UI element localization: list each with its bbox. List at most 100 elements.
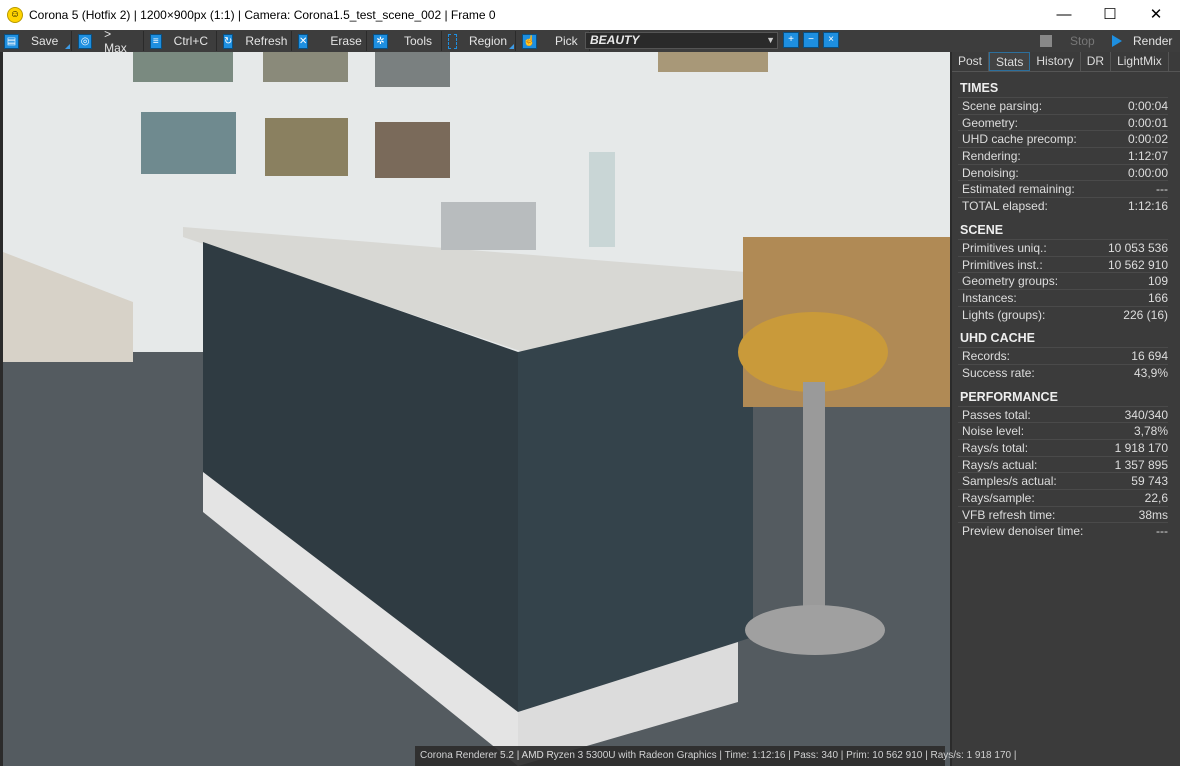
stat-label: Primitives uniq.: [962, 240, 1047, 255]
stat-row: Samples/s actual: 59 743 [958, 472, 1168, 489]
section-heading: TIMES [960, 81, 999, 95]
tab-stats[interactable]: Stats [989, 52, 1031, 71]
copy-button[interactable]: ≡ Ctrl+C [146, 31, 217, 51]
gear-icon: ✲ [373, 33, 388, 49]
render-button[interactable]: Render [1108, 31, 1180, 51]
stat-value: 10 562 910 [1107, 257, 1168, 272]
stat-value: 0:00:01 [1127, 115, 1168, 130]
title-bar: ☺ Corona 5 (Hotfix 2) | 1200×900px (1:1)… [0, 0, 1180, 30]
stat-value: --- [1156, 182, 1168, 197]
stat-label: Preview denoiser time: [962, 524, 1084, 539]
stat-value: 109 [1147, 274, 1168, 289]
stat-row: VFB refresh time: 38ms [958, 505, 1168, 523]
max-button[interactable]: ◎ > Max [74, 27, 144, 55]
stat-row: Estimated remaining: --- [958, 180, 1168, 197]
hand-pointer-icon: ☝ [522, 33, 537, 49]
zoom-out-button[interactable]: − [803, 32, 819, 48]
rendered-kitchen-image [3, 52, 950, 766]
stat-row: Primitives inst.: 10 562 910 [958, 255, 1168, 273]
pick-button[interactable]: ☝ Pick [518, 31, 590, 51]
erase-icon: ✕ [298, 33, 309, 49]
stat-row: Preview denoiser time: --- [958, 522, 1168, 539]
channel-select[interactable]: BEAUTY ▼ [585, 32, 778, 49]
stat-value: 166 [1147, 290, 1168, 305]
stat-label: Passes total: [962, 407, 1031, 422]
stat-label: Geometry groups: [962, 274, 1059, 289]
stat-label: Records: [962, 349, 1011, 364]
stat-row: Rays/sample: 22,6 [958, 489, 1168, 506]
stat-label: Rendering: [962, 149, 1021, 164]
stat-value: 16 694 [1131, 349, 1168, 364]
stats-panel: Post Stats History DR LightMix TIMES Scen… [952, 52, 1180, 766]
stat-row: Success rate: 43,9% [958, 363, 1168, 381]
tools-button[interactable]: ✲ Tools [369, 31, 442, 51]
refresh-icon: ↻ [223, 33, 234, 49]
erase-button[interactable]: ✕ Erase [294, 31, 367, 51]
stat-value: 1 918 170 [1114, 441, 1168, 455]
stat-value: 3,78% [1133, 424, 1168, 439]
stat-row: Geometry groups: 109 [958, 272, 1168, 289]
stat-row: Denoising: 0:00:00 [958, 163, 1168, 181]
stat-label: Success rate: [962, 365, 1035, 380]
stat-label: Estimated remaining: [962, 182, 1075, 197]
tab-dr[interactable]: DR [1081, 52, 1112, 71]
section-heading: UHD CACHE [960, 331, 1035, 346]
stat-row: Primitives uniq.: 10 053 536 [958, 238, 1168, 256]
stat-label: Instances: [962, 290, 1017, 305]
stat-row: Instances: 166 [958, 288, 1168, 306]
stat-row: Passes total: 340/340 [958, 405, 1168, 423]
stat-row: TOTAL elapsed: 1:12:16 [958, 197, 1168, 214]
stat-label: Primitives inst.: [962, 257, 1043, 272]
stat-row: Noise level: 3,78% [958, 422, 1168, 439]
stat-value: 59 743 [1131, 474, 1168, 489]
stat-label: Scene parsing: [962, 99, 1043, 113]
stat-label: Denoising: [962, 165, 1019, 180]
stat-label: Noise level: [962, 424, 1025, 439]
stop-button[interactable]: Stop [1036, 31, 1106, 51]
stat-value: --- [1156, 524, 1168, 539]
chevron-down-icon: ▼ [766, 35, 775, 45]
region-button[interactable]: Region [444, 31, 516, 51]
save-icon: ▤ [4, 33, 19, 49]
section-heading: SCENE [960, 222, 1004, 237]
minimize-button[interactable]: — [1041, 0, 1087, 30]
maximize-button[interactable]: ☐ [1087, 0, 1133, 30]
corona-smiley-icon: ☺ [7, 7, 23, 23]
clipboard-icon: ≡ [150, 33, 162, 49]
stat-row: Rays/s actual: 1 357 895 [958, 455, 1168, 473]
refresh-button[interactable]: ↻ Refresh [219, 31, 292, 51]
stat-label: Lights (groups): [962, 307, 1046, 322]
render-viewport[interactable] [3, 52, 950, 766]
stat-value: 10 053 536 [1107, 240, 1168, 255]
stat-label: VFB refresh time: [962, 507, 1056, 522]
stats-list: TIMES Scene parsing: 0:00:04 Geometry: 0:00:… [952, 72, 1180, 539]
zoom-reset-button[interactable]: × [823, 32, 839, 48]
stat-label: TOTAL elapsed: [962, 199, 1048, 214]
stat-value: 0:00:04 [1127, 99, 1168, 113]
tab-lightmix[interactable]: LightMix [1111, 52, 1169, 71]
zoom-in-button[interactable]: + [783, 32, 799, 48]
stat-value: 340/340 [1124, 407, 1168, 422]
stat-value: 1:12:16 [1127, 199, 1168, 214]
stat-row: Records: 16 694 [958, 347, 1168, 364]
close-button[interactable]: ✕ [1133, 0, 1179, 30]
stat-label: Rays/s total: [962, 441, 1029, 455]
save-button[interactable]: ▤ Save [0, 31, 72, 51]
max-icon: ◎ [78, 33, 93, 49]
stat-label: Rays/sample: [962, 491, 1035, 506]
region-icon [448, 33, 457, 49]
stat-value: 1:12:07 [1127, 149, 1168, 164]
stat-value: 0:00:02 [1127, 132, 1168, 147]
stat-label: Samples/s actual: [962, 474, 1057, 489]
stat-value: 1 357 895 [1114, 457, 1168, 472]
tab-post[interactable]: Post [952, 52, 990, 71]
tab-history[interactable]: History [1030, 52, 1081, 71]
stat-row: UHD cache precomp: 0:00:02 [958, 130, 1168, 147]
stat-value: 226 (16) [1123, 307, 1168, 322]
stat-row: Rendering: 1:12:07 [958, 147, 1168, 164]
render-status-bar: Corona Renderer 5.2 | AMD Ryzen 3 5300U … [415, 746, 1016, 766]
stat-value: 22,6 [1144, 491, 1168, 506]
stop-icon [1040, 35, 1052, 47]
stat-value: 43,9% [1133, 365, 1168, 380]
stat-label: Rays/s actual: [962, 457, 1038, 472]
